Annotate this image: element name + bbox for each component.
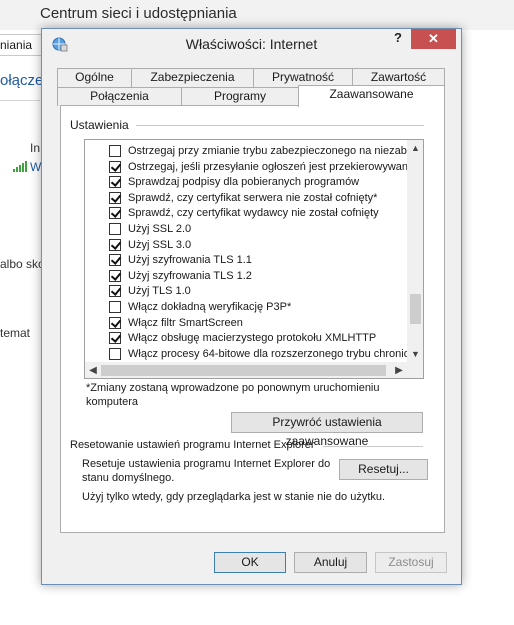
- settings-divider: [136, 125, 424, 126]
- setting-row[interactable]: Użyj szyfrowania TLS 1.1: [85, 253, 407, 268]
- setting-label: Ostrzegaj, jeśli przesyłanie ogłoszeń je…: [128, 160, 407, 173]
- setting-row[interactable]: Użyj TLS 1.0: [85, 284, 407, 299]
- setting-label: Użyj SSL 3.0: [128, 238, 192, 251]
- setting-label: Użyj szyfrowania TLS 1.2: [128, 269, 252, 282]
- ok-button[interactable]: OK: [214, 552, 286, 573]
- setting-label: Użyj SSL 2.0: [128, 223, 192, 235]
- cancel-button[interactable]: Anuluj: [294, 552, 367, 573]
- tab-advanced[interactable]: Zaawansowane: [298, 85, 445, 107]
- reset-divider: [323, 446, 423, 447]
- setting-row[interactable]: Użyj szyfrowania TLS 1.2: [85, 269, 407, 284]
- setting-checkbox[interactable]: [109, 285, 121, 298]
- setting-checkbox[interactable]: [109, 223, 121, 235]
- setting-checkbox[interactable]: [109, 176, 121, 189]
- setting-checkbox[interactable]: [109, 160, 121, 173]
- internet-properties-dialog: Właściwości: Internet ? ✕ Ogólne Zabezpi…: [41, 28, 462, 585]
- setting-row[interactable]: Włącz filtr SmartScreen: [85, 316, 407, 331]
- background-divider: [0, 100, 40, 101]
- reset-section-title: Resetowanie ustawień programu Internet E…: [70, 439, 315, 451]
- scroll-right-icon[interactable]: ▶: [391, 362, 407, 378]
- setting-label: Włącz procesy 64-bitowe dla rozszerzoneg…: [128, 347, 407, 360]
- background-albo-text: albo sko: [0, 257, 45, 271]
- tab-connections[interactable]: Połączenia: [57, 87, 182, 106]
- setting-label: Sprawdź, czy certyfikat serwera nie zost…: [128, 191, 378, 204]
- dialog-titlebar[interactable]: Właściwości: Internet ? ✕: [42, 29, 461, 59]
- reset-description-line1: Resetuje ustawienia programu Internet Ex…: [82, 458, 331, 470]
- setting-checkbox[interactable]: [109, 191, 121, 204]
- setting-row[interactable]: Włącz procesy 64-bitowe dla rozszerzoneg…: [85, 347, 407, 362]
- settings-label: Ustawienia: [70, 118, 129, 132]
- background-window-titlebar: Centrum sieci i udostępniania: [0, 0, 514, 30]
- setting-label: Sprawdź, czy certyfikat wydawcy nie zost…: [128, 207, 379, 220]
- horizontal-scrollbar[interactable]: ◀ ▶: [85, 362, 407, 378]
- setting-row[interactable]: Użyj SSL 2.0: [85, 222, 407, 237]
- setting-checkbox[interactable]: [109, 347, 121, 360]
- restart-note-line2: komputera: [86, 396, 138, 408]
- help-button[interactable]: ?: [390, 30, 406, 50]
- setting-row[interactable]: Ostrzegaj przy zmianie trybu zabezpieczo…: [85, 144, 407, 159]
- setting-checkbox[interactable]: [109, 269, 121, 282]
- signal-strength-icon: [13, 161, 27, 172]
- scroll-up-icon[interactable]: ▲: [407, 140, 423, 156]
- vertical-scroll-thumb[interactable]: [410, 294, 421, 324]
- background-temat-text: temat: [0, 326, 31, 340]
- close-icon: ✕: [428, 31, 439, 46]
- setting-row[interactable]: Użyj SSL 3.0: [85, 238, 407, 253]
- setting-row[interactable]: Sprawdzaj podpisy dla pobieranych progra…: [85, 175, 407, 190]
- background-in-text: In: [30, 141, 41, 155]
- setting-label: Włącz dokładną weryfikację P3P*: [128, 301, 292, 313]
- horizontal-scroll-thumb[interactable]: [101, 365, 386, 376]
- close-button[interactable]: ✕: [411, 29, 456, 49]
- setting-row[interactable]: Włącz obsługę macierzystego protokołu XM…: [85, 331, 407, 346]
- setting-row[interactable]: Ostrzegaj, jeśli przesyłanie ogłoszeń je…: [85, 160, 407, 175]
- reset-button[interactable]: Resetuj...: [339, 459, 428, 480]
- setting-checkbox[interactable]: [109, 145, 121, 157]
- background-address-text: niania: [0, 38, 33, 52]
- scroll-down-icon[interactable]: ▼: [407, 346, 423, 362]
- setting-label: Włącz filtr SmartScreen: [128, 316, 243, 329]
- scroll-left-icon[interactable]: ◀: [85, 362, 101, 378]
- setting-label: Użyj szyfrowania TLS 1.1: [128, 254, 252, 267]
- restart-note-line1: *Zmiany zostaną wprowadzone po ponownym …: [86, 382, 380, 394]
- setting-checkbox[interactable]: [109, 238, 121, 251]
- tab-general[interactable]: Ogólne: [57, 68, 132, 87]
- scrollbar-corner: [407, 362, 423, 378]
- background-network-link[interactable]: W: [30, 160, 41, 174]
- setting-label: Użyj TLS 1.0: [128, 285, 191, 298]
- setting-row[interactable]: Włącz dokładną weryfikację P3P*: [85, 300, 407, 315]
- settings-tree: Ostrzegaj przy zmianie trybu zabezpieczo…: [85, 140, 407, 362]
- tab-programs[interactable]: Programy: [181, 87, 299, 106]
- settings-list[interactable]: Ostrzegaj przy zmianie trybu zabezpieczo…: [84, 139, 424, 379]
- setting-checkbox[interactable]: [109, 301, 121, 313]
- restore-advanced-button[interactable]: Przywróć ustawienia zaawansowane: [231, 412, 423, 448]
- tab-security[interactable]: Zabezpieczenia: [131, 68, 254, 87]
- setting-row[interactable]: Sprawdź, czy certyfikat serwera nie zost…: [85, 191, 407, 206]
- setting-checkbox[interactable]: [109, 316, 121, 329]
- setting-row[interactable]: Sprawdź, czy certyfikat wydawcy nie zost…: [85, 206, 407, 221]
- vertical-scrollbar[interactable]: ▲ ▼: [407, 140, 423, 362]
- setting-label: Włącz obsługę macierzystego protokołu XM…: [128, 332, 377, 345]
- reset-description-line2: stanu domyślnego.: [82, 472, 175, 484]
- background-window-title: Centrum sieci i udostępniania: [40, 5, 237, 22]
- setting-checkbox[interactable]: [109, 207, 121, 220]
- setting-label: Ostrzegaj przy zmianie trybu zabezpieczo…: [128, 145, 407, 157]
- setting-checkbox[interactable]: [109, 254, 121, 267]
- setting-checkbox[interactable]: [109, 332, 121, 345]
- setting-label: Sprawdzaj podpisy dla pobieranych progra…: [128, 176, 360, 189]
- apply-button[interactable]: Zastosuj: [375, 552, 447, 573]
- reset-warning: Użyj tylko wtedy, gdy przeglądarka jest …: [82, 491, 386, 503]
